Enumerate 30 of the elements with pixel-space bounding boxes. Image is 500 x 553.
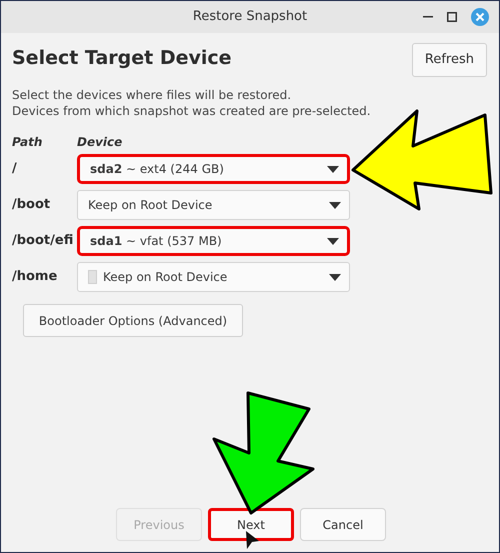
dropdown-value: sda1 ~ vfat (537 MB) [90, 233, 223, 250]
dropdown-value: Keep on Root Device [103, 269, 228, 286]
device-dropdown[interactable]: Keep on Root Device [77, 190, 350, 220]
bootloader-options-button[interactable]: Bootloader Options (Advanced) [23, 304, 243, 337]
path-label: / [12, 160, 18, 178]
refresh-button[interactable]: Refresh [412, 43, 487, 77]
description-text: Devices from which snapshot was created are pre-selected. [12, 103, 372, 119]
minimize-icon[interactable] [423, 16, 433, 18]
device-dropdown[interactable]: sda2 ~ ext4 (244 GB) [77, 154, 350, 184]
path-label: /boot/efi [12, 232, 74, 250]
device-dropdown[interactable]: sda1 ~ vfat (537 MB) [77, 226, 350, 256]
device-dropdown[interactable]: Keep on Root Device [77, 262, 350, 292]
description-text: Select the devices where files will be restored. [12, 87, 292, 103]
caret-icon [329, 202, 341, 208]
caret-icon [327, 238, 339, 244]
caret-icon [327, 166, 339, 172]
path-label: /home [12, 268, 58, 286]
page-heading: Select Target Device [12, 46, 232, 71]
column-header: Path [12, 134, 44, 151]
close-icon[interactable] [471, 8, 489, 26]
dialog-button[interactable]: Next [208, 508, 294, 541]
window-title: Restore Snapshot [192, 8, 308, 26]
caret-icon [329, 274, 341, 280]
dialog-button[interactable]: Cancel [300, 508, 386, 541]
dropdown-value: sda2 ~ ext4 (244 GB) [90, 161, 225, 178]
column-header: Device [77, 134, 122, 151]
maximize-icon[interactable] [447, 12, 457, 22]
path-label: /boot [12, 196, 52, 214]
dropdown-value: Keep on Root Device [88, 197, 214, 214]
cursor-icon [246, 531, 259, 549]
